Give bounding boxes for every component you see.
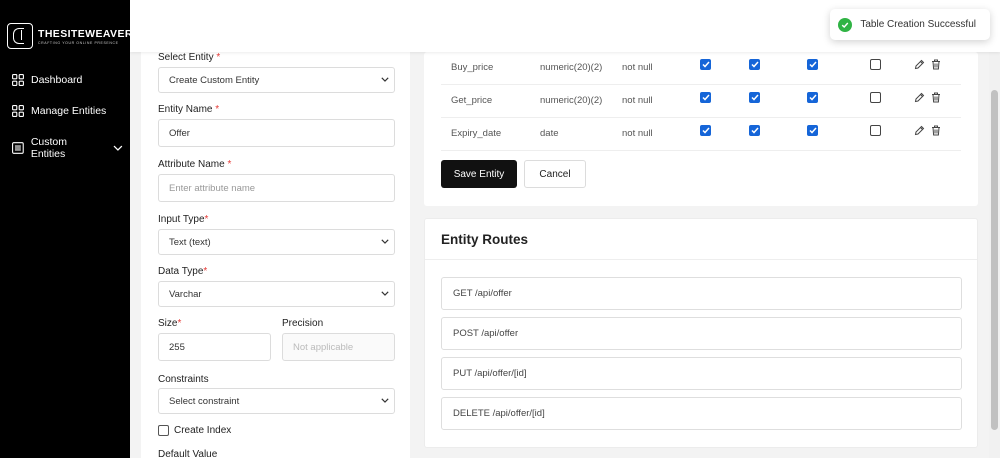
chevron-down-icon[interactable]	[113, 145, 123, 151]
top-bar: Table Creation Successful	[130, 0, 1000, 52]
list-icon	[12, 142, 24, 154]
input-type-value: Text (text)	[169, 236, 211, 248]
route-post: POST /api/offer	[441, 317, 962, 350]
brand-tagline: CRAFTING YOUR ONLINE PRESENCE	[38, 40, 119, 45]
edit-pencil-icon[interactable]	[914, 59, 925, 70]
success-toast[interactable]: Table Creation Successful	[830, 9, 990, 40]
toast-message: Table Creation Successful	[860, 19, 976, 30]
input-type-dropdown[interactable]: Text (text)	[158, 229, 395, 255]
checkbox-checked[interactable]	[700, 92, 711, 103]
entity-name-value: Offer	[169, 127, 190, 139]
checkbox-unchecked[interactable]	[870, 59, 881, 70]
entity-name-label: Entity Name *	[158, 104, 220, 115]
checkbox-checked[interactable]	[700, 59, 711, 70]
entity-name-input[interactable]: Offer	[158, 119, 395, 147]
attr-type-cell: numeric(20)(2)	[540, 62, 603, 73]
attr-constraint-cell: not null	[622, 95, 653, 106]
checkbox-checked[interactable]	[749, 92, 760, 103]
constraints-label: Constraints	[158, 374, 209, 385]
attr-type-cell: date	[540, 128, 559, 139]
attributes-table-card: Buy_price numeric(20)(2) not null Get_pr…	[424, 52, 978, 206]
attribute-name-label: Attribute Name *	[158, 159, 232, 170]
size-input[interactable]: 255	[158, 333, 271, 361]
input-type-label: Input Type*	[158, 214, 209, 225]
constraints-value: Select constraint	[169, 395, 240, 407]
cancel-button[interactable]: Cancel	[524, 160, 586, 188]
select-entity-label: Select Entity *	[158, 52, 221, 63]
attr-name-cell: Buy_price	[451, 62, 494, 73]
sidebar-item-label: Dashboard	[31, 74, 83, 86]
grid-icon	[12, 74, 24, 86]
brand-name: THESITEWEAVER	[38, 27, 133, 40]
routes-title: Entity Routes	[441, 232, 529, 247]
create-index-checkbox[interactable]	[158, 425, 169, 436]
select-entity-dropdown[interactable]: Create Custom Entity	[158, 67, 395, 93]
precision-label: Precision	[282, 318, 324, 329]
scrollbar-thumb[interactable]	[991, 90, 998, 430]
attr-name-cell: Expiry_date	[451, 128, 502, 139]
check-circle-icon	[838, 17, 853, 32]
chevron-down-icon	[381, 291, 389, 296]
attribute-name-placeholder: Enter attribute name	[169, 182, 256, 194]
chevron-down-icon	[381, 77, 389, 82]
brand-logo-icon	[7, 23, 33, 49]
precision-input[interactable]: Not applicable	[282, 333, 395, 361]
data-type-dropdown[interactable]: Varchar	[158, 281, 395, 307]
data-type-label: Data Type*	[158, 266, 208, 277]
chevron-down-icon	[381, 398, 389, 403]
checkbox-unchecked[interactable]	[870, 125, 881, 136]
page-scrollbar[interactable]	[989, 52, 1000, 458]
checkbox-checked[interactable]	[807, 59, 818, 70]
checkbox-checked[interactable]	[749, 125, 760, 136]
trash-icon[interactable]	[931, 92, 941, 103]
constraints-dropdown[interactable]: Select constraint	[158, 388, 395, 414]
checkbox-checked[interactable]	[807, 92, 818, 103]
edit-pencil-icon[interactable]	[914, 125, 925, 136]
brand[interactable]: THESITEWEAVER CRAFTING YOUR ONLINE PRESE…	[7, 23, 133, 49]
sidebar-item-manage-entities[interactable]: Manage Entities	[12, 105, 106, 117]
sidebar: THESITEWEAVER CRAFTING YOUR ONLINE PRESE…	[0, 0, 133, 458]
sidebar-item-dashboard[interactable]: Dashboard	[12, 74, 82, 86]
attribute-name-input[interactable]: Enter attribute name	[158, 174, 395, 202]
trash-icon[interactable]	[931, 59, 941, 70]
table-row: Expiry_date date not null	[441, 118, 961, 151]
grid-icon	[12, 105, 24, 117]
table-row: Get_price numeric(20)(2) not null	[441, 85, 961, 118]
chevron-down-icon	[381, 239, 389, 244]
sidebar-item-label: Manage Entities	[31, 105, 107, 117]
entity-routes-card: Entity Routes GET /api/offer POST /api/o…	[424, 218, 978, 448]
checkbox-unchecked[interactable]	[870, 92, 881, 103]
attr-name-cell: Get_price	[451, 95, 493, 106]
checkbox-checked[interactable]	[700, 125, 711, 136]
attr-constraint-cell: not null	[622, 128, 653, 139]
attr-constraint-cell: not null	[622, 62, 653, 73]
save-entity-button[interactable]: Save Entity	[441, 160, 517, 188]
size-label: Size*	[158, 318, 182, 329]
sidebar-item-custom-entities[interactable]: Custom Entities	[12, 136, 130, 160]
attr-type-cell: numeric(20)(2)	[540, 95, 603, 106]
precision-placeholder: Not applicable	[293, 341, 354, 353]
size-value: 255	[169, 341, 185, 353]
table-row: Buy_price numeric(20)(2) not null	[441, 52, 961, 85]
route-get: GET /api/offer	[441, 277, 962, 310]
data-type-value: Varchar	[169, 288, 202, 300]
select-entity-value: Create Custom Entity	[169, 74, 260, 86]
divider	[425, 259, 977, 260]
entity-form: Select Entity * Create Custom Entity Ent…	[141, 52, 410, 458]
default-value-label: Default Value	[158, 449, 218, 458]
create-index-label: Create Index	[174, 425, 232, 436]
trash-icon[interactable]	[931, 125, 941, 136]
edit-pencil-icon[interactable]	[914, 92, 925, 103]
sidebar-item-label: Custom Entities	[30, 136, 67, 160]
route-put: PUT /api/offer/[id]	[441, 357, 962, 390]
checkbox-checked[interactable]	[749, 59, 760, 70]
checkbox-checked[interactable]	[807, 125, 818, 136]
route-delete: DELETE /api/offer/[id]	[441, 397, 962, 430]
